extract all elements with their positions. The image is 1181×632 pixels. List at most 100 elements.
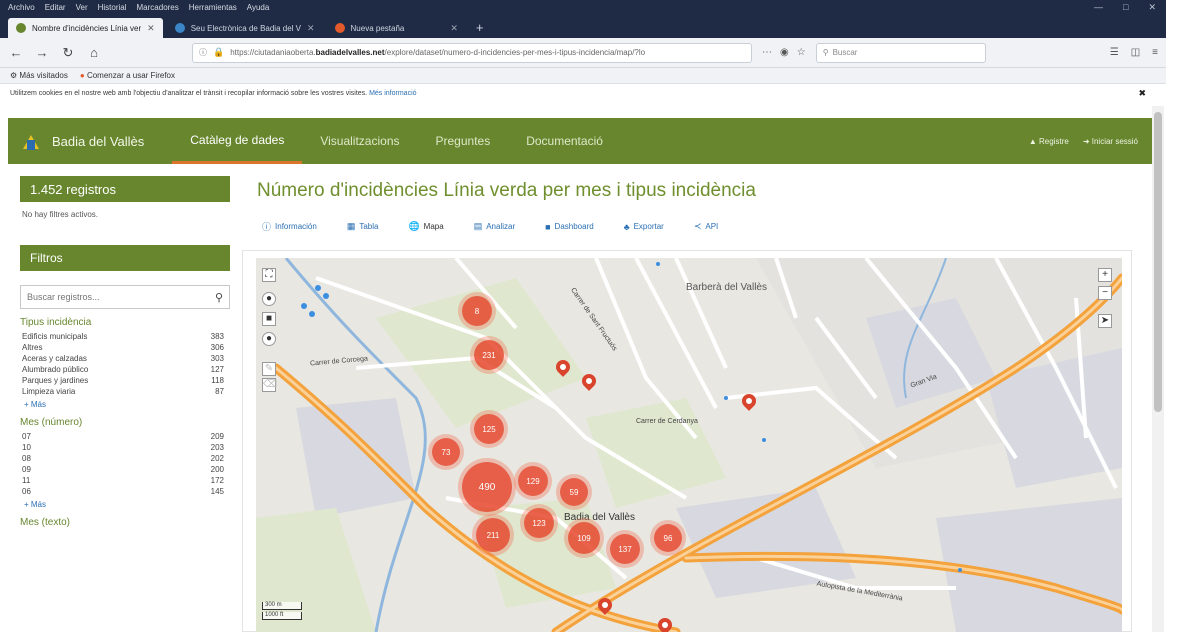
menu-marcadores[interactable]: Marcadores <box>137 3 179 12</box>
window-edge <box>1166 0 1181 632</box>
records-search-input[interactable] <box>27 292 215 302</box>
nav-visualizations[interactable]: Visualitzacions <box>302 118 417 164</box>
locate-icon[interactable]: ➤ <box>1098 314 1112 328</box>
close-tab-icon[interactable]: ✕ <box>450 23 458 34</box>
login-link[interactable]: ➜ Iniciar sessió <box>1083 137 1138 146</box>
facet-title-mes-texto[interactable]: Mes (texto) <box>20 517 230 528</box>
minimize-icon[interactable]: — <box>1094 2 1103 13</box>
more-actions-icon[interactable]: ⋯ <box>762 47 772 58</box>
menu-ver[interactable]: Ver <box>76 3 88 12</box>
tab-tabla[interactable]: ▦ Tabla <box>347 220 379 233</box>
facet-more-link[interactable]: + Más <box>24 400 226 409</box>
menu-ayuda[interactable]: Ayuda <box>247 3 270 12</box>
edit-icon[interactable]: ✎ <box>262 362 276 376</box>
url-bar[interactable]: ⓘ 🔒 https://ciutadaniaoberta.badiadelval… <box>192 42 752 63</box>
facet-item[interactable]: Limpieza viaria 87 <box>20 387 230 398</box>
map-cluster[interactable]: 490 <box>462 462 512 512</box>
facet-item[interactable]: 09 200 <box>20 465 230 476</box>
facet-title-mes[interactable]: Mes (número) <box>20 417 230 428</box>
map-cluster[interactable]: 231 <box>474 340 504 370</box>
site-header: Badia del Vallès Catàleg de dades Visual… <box>8 118 1152 164</box>
map-cluster[interactable]: 73 <box>432 438 460 466</box>
nav-questions[interactable]: Preguntes <box>418 118 509 164</box>
close-icon[interactable]: ✖ <box>1138 88 1146 99</box>
pocket-icon[interactable]: ◉ <box>780 47 789 58</box>
sidebar-icon[interactable]: ◫ <box>1131 47 1140 58</box>
facet-item[interactable]: 07 209 <box>20 432 230 443</box>
close-tab-icon[interactable]: ✕ <box>307 23 315 34</box>
browser-search-box[interactable]: ⚲ Buscar <box>815 42 986 63</box>
facet-item[interactable]: Edificis municipals 383 <box>20 332 230 343</box>
map-cluster[interactable]: 96 <box>654 524 682 552</box>
close-tab-icon[interactable]: ✕ <box>147 23 155 34</box>
maximize-icon[interactable]: □ <box>1123 2 1128 13</box>
page-scrollbar[interactable] <box>1152 106 1164 632</box>
close-window-icon[interactable]: ✕ <box>1148 2 1156 13</box>
map-scale: 300 m 1000 ft <box>262 602 322 624</box>
info-icon[interactable]: ⓘ <box>199 47 207 58</box>
tab-analizar[interactable]: ▤ Analizar <box>474 220 515 233</box>
map-cluster[interactable]: 129 <box>518 466 548 496</box>
zoom-in-button[interactable]: + <box>1098 268 1112 282</box>
new-tab-icon[interactable]: + <box>470 18 490 38</box>
bookmark-star-icon[interactable]: ☆ <box>797 47 806 58</box>
bookmark-getting-started[interactable]: ● Comenzar a usar Firefox <box>80 71 175 80</box>
register-link[interactable]: ▲ Registre <box>1029 137 1069 146</box>
cookie-text: Utilitzem cookies en el nostre web amb l… <box>10 90 368 97</box>
tab-api[interactable]: ≺ API <box>694 220 718 233</box>
facet-item[interactable]: Alumbrado público 127 <box>20 365 230 376</box>
incidents-map[interactable]: Barberà del Vallès Badia del Vallès Carr… <box>256 258 1122 632</box>
layer-dot-icon[interactable]: ● <box>262 292 276 306</box>
site-logo-icon[interactable] <box>22 130 40 152</box>
facet-item[interactable]: Aceras y calzadas 303 <box>20 354 230 365</box>
menu-editar[interactable]: Editar <box>45 3 66 12</box>
facet-title-tipus[interactable]: Tipus incidència <box>20 317 230 328</box>
fullscreen-icon[interactable]: ⛶ <box>262 268 276 282</box>
forward-icon[interactable]: → <box>34 45 50 60</box>
menu-archivo[interactable]: Archivo <box>8 3 35 12</box>
menu-herramientas[interactable]: Herramientas <box>189 3 237 12</box>
map-cluster[interactable]: 109 <box>568 522 600 554</box>
cookie-more-link[interactable]: Més informació <box>369 90 416 97</box>
hamburger-menu-icon[interactable]: ≡ <box>1152 47 1158 58</box>
search-icon[interactable]: ⚲ <box>215 291 223 304</box>
facet-item[interactable]: Parques y jardines 118 <box>20 376 230 387</box>
menu-historial[interactable]: Historial <box>98 3 127 12</box>
home-icon[interactable]: ⌂ <box>86 45 102 60</box>
tab-mapa[interactable]: 🌐 Mapa <box>408 220 443 233</box>
back-icon[interactable]: ← <box>8 45 24 60</box>
main-nav: Catàleg de dades Visualitzacions Pregunt… <box>172 118 621 164</box>
nav-catalog[interactable]: Catàleg de dades <box>172 118 303 164</box>
delete-icon[interactable]: ⌫ <box>262 378 277 392</box>
map-cluster[interactable]: 8 <box>462 296 492 326</box>
map-cluster[interactable]: 125 <box>474 414 504 444</box>
nav-documentation[interactable]: Documentació <box>508 118 621 164</box>
map-cluster[interactable]: 59 <box>560 478 588 506</box>
draw-circle-icon[interactable]: ● <box>262 332 276 346</box>
browser-tab-new[interactable]: Nueva pestaña ✕ <box>327 18 466 38</box>
map-cluster[interactable]: 123 <box>524 508 554 538</box>
library-icon[interactable]: ☰ <box>1110 47 1119 58</box>
facet-more-link[interactable]: + Más <box>24 500 226 509</box>
facet-item[interactable]: 08 202 <box>20 454 230 465</box>
map-cluster[interactable]: 137 <box>610 534 640 564</box>
draw-square-icon[interactable]: ■ <box>262 312 276 326</box>
bookmark-most-visited[interactable]: ⚙ Más visitados <box>10 71 68 80</box>
firefox-icon <box>334 23 345 33</box>
tab-exportar[interactable]: ♣ Exportar <box>624 220 664 233</box>
tab-dashboard[interactable]: ■ Dashboard <box>545 220 594 233</box>
tab-informacion[interactable]: ⓘ Información <box>262 220 317 233</box>
facet-item[interactable]: Altres 306 <box>20 343 230 354</box>
dashboard-icon: ■ <box>545 221 551 232</box>
browser-tab-seu[interactable]: Seu Electrònica de Badia del V ✕ <box>167 18 323 38</box>
site-name[interactable]: Badia del Vallès <box>52 134 144 149</box>
zoom-out-button[interactable]: − <box>1098 286 1112 300</box>
scrollbar-thumb[interactable] <box>1154 112 1162 412</box>
facet-item[interactable]: 10 203 <box>20 443 230 454</box>
map-cluster[interactable]: 211 <box>476 518 510 552</box>
facet-item[interactable]: 06 145 <box>20 487 230 498</box>
records-search[interactable]: ⚲ <box>20 285 230 309</box>
reload-icon[interactable]: ↻ <box>60 45 76 61</box>
facet-item[interactable]: 11 172 <box>20 476 230 487</box>
browser-tab-dataset[interactable]: Nombre d'incidències Línia ver ✕ <box>8 18 163 38</box>
